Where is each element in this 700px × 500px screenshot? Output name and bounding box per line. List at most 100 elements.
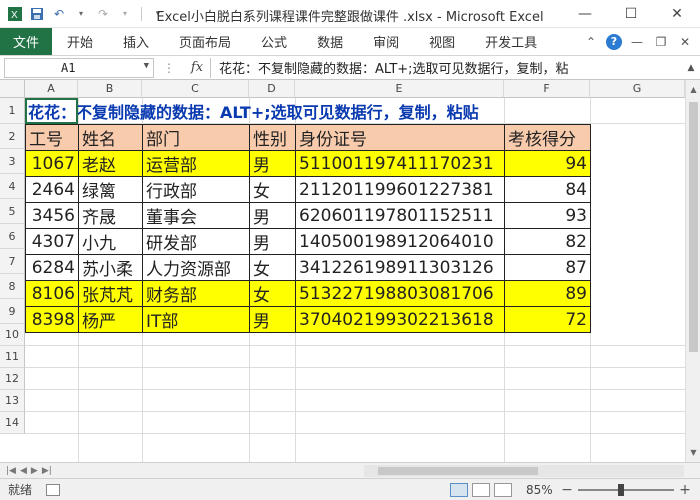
name-box-dropdown-icon[interactable]: ▼: [144, 61, 149, 71]
table-header-cell[interactable]: 身份证号: [295, 124, 505, 151]
tab-home[interactable]: 开始: [52, 28, 108, 55]
table-cell[interactable]: 211201199601227381: [295, 176, 505, 203]
cell-a1-title[interactable]: 花花：不复制隐藏的数据：ALT+;选取可见数据行，复制，粘贴: [26, 98, 479, 123]
column-header-f[interactable]: F: [504, 80, 590, 98]
close-button[interactable]: ✕: [654, 0, 700, 28]
select-all-corner[interactable]: [0, 80, 25, 98]
page-break-view-button[interactable]: [494, 482, 512, 497]
table-cell[interactable]: 人力资源部: [142, 254, 250, 281]
name-box[interactable]: A1 ▼: [4, 57, 154, 78]
table-cell[interactable]: 620601197801152511: [295, 202, 505, 229]
next-sheet-icon[interactable]: ▶: [31, 466, 38, 476]
table-cell[interactable]: 8398: [25, 306, 79, 333]
last-sheet-icon[interactable]: ▶|: [42, 466, 52, 476]
row-header-14[interactable]: 14: [0, 412, 25, 434]
table-cell[interactable]: 2464: [25, 176, 79, 203]
table-header-cell[interactable]: 性别: [249, 124, 296, 151]
table-cell[interactable]: 370402199302213618: [295, 306, 505, 333]
column-header-c[interactable]: C: [142, 80, 249, 98]
table-cell[interactable]: 张芃芃: [78, 280, 143, 307]
tab-insert[interactable]: 插入: [108, 28, 164, 55]
table-cell[interactable]: 女: [249, 176, 296, 203]
column-header-a[interactable]: A: [25, 80, 78, 98]
table-header-cell[interactable]: 考核得分: [504, 124, 591, 151]
tab-developer[interactable]: 开发工具: [470, 28, 552, 55]
row-header-10[interactable]: 10: [0, 324, 25, 346]
row-header-11[interactable]: 11: [0, 346, 25, 368]
tab-file[interactable]: 文件: [0, 28, 52, 55]
worksheet-grid[interactable]: A B C D E F G 1 2 3 4 5 6 7 8 9 10 11 12…: [0, 80, 685, 462]
row-header-7[interactable]: 7: [0, 249, 25, 274]
first-sheet-icon[interactable]: |◀: [6, 466, 16, 476]
table-cell[interactable]: 行政部: [142, 176, 250, 203]
table-cell[interactable]: 511001197411170231: [295, 150, 505, 177]
save-icon[interactable]: [28, 5, 46, 23]
restore-button[interactable]: ☐: [608, 0, 654, 28]
zoom-level[interactable]: 85%: [526, 483, 560, 497]
table-cell[interactable]: 研发部: [142, 228, 250, 255]
workbook-minimize-icon[interactable]: —: [628, 33, 646, 51]
tab-data[interactable]: 数据: [302, 28, 358, 55]
table-cell[interactable]: 84: [504, 176, 591, 203]
macro-record-icon[interactable]: [46, 483, 61, 496]
collapse-ribbon-icon[interactable]: ⌃: [582, 33, 600, 51]
zoom-slider[interactable]: [578, 483, 674, 496]
column-header-e[interactable]: E: [295, 80, 504, 98]
row-header-13[interactable]: 13: [0, 390, 25, 412]
undo-dropdown-icon[interactable]: ▾: [72, 5, 90, 23]
tab-formulas[interactable]: 公式: [246, 28, 302, 55]
column-header-b[interactable]: B: [78, 80, 142, 98]
page-layout-view-button[interactable]: [472, 482, 490, 497]
table-cell[interactable]: 513227198803081706: [295, 280, 505, 307]
zoom-slider-thumb[interactable]: [618, 483, 624, 496]
table-cell[interactable]: 老赵: [78, 150, 143, 177]
horizontal-scroll-thumb[interactable]: [378, 466, 538, 475]
tab-review[interactable]: 审阅: [358, 28, 414, 55]
table-cell[interactable]: 男: [249, 306, 296, 333]
formula-input[interactable]: 花花：不复制隐藏的数据：ALT+;选取可见数据行，复制，粘: [210, 57, 682, 78]
table-cell[interactable]: 男: [249, 150, 296, 177]
row-header-9[interactable]: 9: [0, 299, 25, 324]
row-header-12[interactable]: 12: [0, 368, 25, 390]
table-cell[interactable]: 男: [249, 228, 296, 255]
table-cell[interactable]: 4307: [25, 228, 79, 255]
table-cell[interactable]: 董事会: [142, 202, 250, 229]
table-cell[interactable]: 齐晟: [78, 202, 143, 229]
scroll-up-icon[interactable]: ▲: [686, 82, 700, 97]
scroll-down-icon[interactable]: ▼: [686, 445, 700, 460]
zoom-out-icon[interactable]: −: [560, 482, 574, 498]
tab-view[interactable]: 视图: [414, 28, 470, 55]
table-cell[interactable]: 93: [504, 202, 591, 229]
table-cell[interactable]: 财务部: [142, 280, 250, 307]
column-header-d[interactable]: D: [249, 80, 295, 98]
help-icon[interactable]: ?: [606, 33, 622, 50]
table-cell[interactable]: 87: [504, 254, 591, 281]
table-cell[interactable]: 1067: [25, 150, 79, 177]
table-cell[interactable]: 82: [504, 228, 591, 255]
table-cell[interactable]: 3456: [25, 202, 79, 229]
expand-formula-bar-icon[interactable]: ▲: [682, 63, 700, 73]
undo-icon[interactable]: ↶: [50, 5, 68, 23]
table-header-cell[interactable]: 姓名: [78, 124, 143, 151]
table-cell[interactable]: 杨严: [78, 306, 143, 333]
redo-icon[interactable]: ↷: [94, 5, 112, 23]
row-header-8[interactable]: 8: [0, 274, 25, 299]
table-header-cell[interactable]: 部门: [142, 124, 250, 151]
prev-sheet-icon[interactable]: ◀: [20, 466, 27, 476]
table-cell[interactable]: 女: [249, 254, 296, 281]
tab-page-layout[interactable]: 页面布局: [164, 28, 246, 55]
customize-qat-icon[interactable]: ▾: [149, 5, 167, 23]
table-cell[interactable]: 94: [504, 150, 591, 177]
horizontal-scrollbar[interactable]: [364, 464, 684, 477]
table-cell[interactable]: 运营部: [142, 150, 250, 177]
row-header-3[interactable]: 3: [0, 149, 25, 174]
row-header-1[interactable]: 1: [0, 98, 25, 124]
workbook-close-icon[interactable]: ✕: [676, 33, 694, 51]
table-cell[interactable]: IT部: [142, 306, 250, 333]
row-header-2[interactable]: 2: [0, 124, 25, 149]
table-header-cell[interactable]: 工号: [25, 124, 79, 151]
row-header-6[interactable]: 6: [0, 224, 25, 249]
row-header-4[interactable]: 4: [0, 174, 25, 199]
vertical-scrollbar[interactable]: ▲ ▼: [685, 80, 700, 462]
minimize-button[interactable]: —: [562, 0, 608, 28]
